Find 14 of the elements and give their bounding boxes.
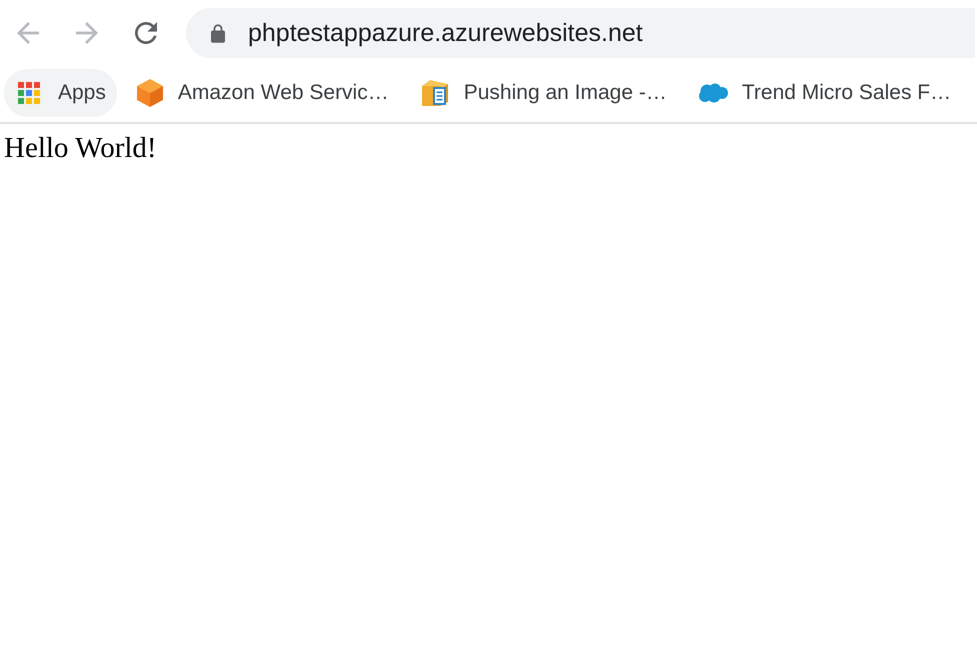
address-bar[interactable]: phptestappazure.azurewebsites.net: [186, 8, 975, 58]
back-arrow-icon: [17, 22, 39, 44]
grid-icon: [18, 82, 40, 104]
bookmark-button[interactable]: Pushing an Image -…: [406, 69, 679, 117]
lock-icon: [211, 24, 225, 42]
page-text: Hello World!: [4, 132, 157, 165]
forward-arrow-icon: [76, 22, 98, 44]
reload-icon: [135, 22, 157, 44]
box-icon: [420, 78, 450, 108]
apps-button[interactable]: Apps: [4, 69, 117, 117]
bookmark-button[interactable]: Trend Micro Sales F…: [684, 69, 964, 117]
cube-icon: [136, 78, 164, 108]
bookmark-button[interactable]: Amazon Web Servic…: [122, 69, 401, 117]
cloud-icon: [698, 83, 728, 103]
